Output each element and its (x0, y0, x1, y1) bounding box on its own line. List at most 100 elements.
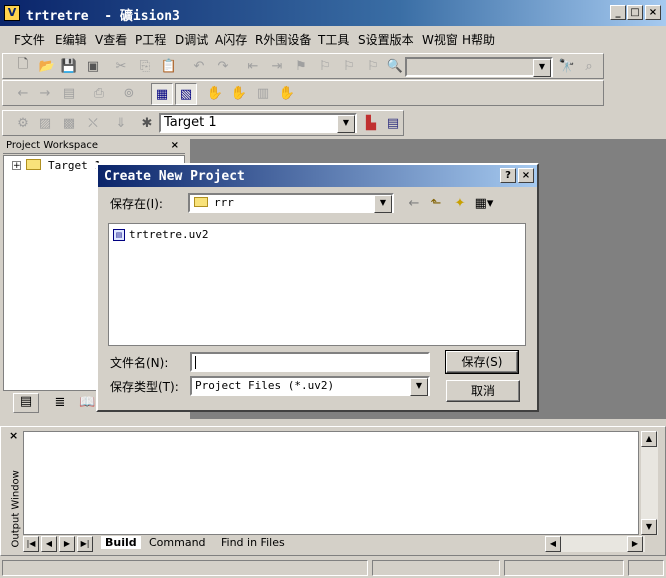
menu-tools[interactable]: T工具 (318, 31, 349, 48)
output-vscroll[interactable]: ▲ ▼ (641, 431, 658, 535)
menu-help[interactable]: H帮助 (462, 31, 495, 48)
run-icon[interactable]: ▤ (59, 83, 79, 103)
options-wand-icon[interactable]: ✱ (137, 113, 157, 133)
tab-command[interactable]: Command (149, 536, 206, 549)
save-in-value: rrr (214, 196, 234, 209)
target-select[interactable]: Target 1 ▼ (159, 113, 357, 133)
scroll-up-icon[interactable]: ▲ (641, 431, 657, 447)
back-icon[interactable]: ← (404, 193, 424, 213)
components-icon[interactable]: ▙ (361, 113, 381, 133)
tab-last-icon[interactable]: ▶| (77, 536, 93, 552)
cancel-button[interactable]: 取消 (446, 380, 520, 402)
menu-project[interactable]: P工程 (135, 31, 166, 48)
bookmark-clear-icon[interactable]: ⚐ (363, 56, 383, 76)
copy-icon[interactable]: ⎘ (135, 56, 155, 76)
find-in-files-icon[interactable]: 🔍 (385, 56, 405, 76)
up-folder-icon[interactable]: ⬑ (426, 193, 446, 213)
regs-tab-icon[interactable]: ≣ (47, 395, 73, 413)
menu-edit[interactable]: E编辑 (55, 31, 87, 48)
build-icon[interactable]: ▨ (35, 113, 55, 133)
bookmark-next-icon[interactable]: ⚐ (315, 56, 335, 76)
hand-icon[interactable]: ✋ (205, 83, 225, 103)
indent-icon[interactable]: ⇤ (243, 56, 263, 76)
menu-window[interactable]: W视窗 (422, 31, 458, 48)
file-list[interactable]: ▤ trtretre.uv2 (108, 223, 526, 346)
books-tab-icon[interactable]: 📖 (79, 395, 95, 413)
stop-build-icon[interactable]: ⛌ (83, 113, 103, 133)
menu-debug[interactable]: D调试 (175, 31, 208, 48)
scroll-down-icon[interactable]: ▼ (641, 519, 657, 535)
menu-flash[interactable]: A闪存 (215, 31, 247, 48)
tab-find-in-files[interactable]: Find in Files (221, 536, 285, 549)
debug-icon[interactable]: ⊚ (119, 83, 139, 103)
tab-first-icon[interactable]: |◀ (23, 536, 39, 552)
menu-peripherals[interactable]: R外围设备 (255, 31, 311, 48)
maximize-button[interactable]: □ (627, 5, 643, 20)
scroll-right-icon[interactable]: ▶ (627, 536, 643, 552)
incremental-find-icon[interactable]: ⌕ (579, 56, 599, 76)
redo-icon[interactable]: ↷ (213, 56, 233, 76)
print-icon[interactable]: ⎙ (89, 83, 109, 103)
breakpoint-icon[interactable]: ▥ (253, 83, 273, 103)
debug-toolbar: ← → ▤ ⎙ ⊚ ▦ ▧ ✋ ✋ ▥ ✋ (2, 80, 604, 106)
stop-hand-icon[interactable]: ✋ (229, 83, 249, 103)
tab-next-icon[interactable]: ▶ (59, 536, 75, 552)
save-all-icon[interactable]: ▣ (83, 56, 103, 76)
cut-icon[interactable]: ✂ (111, 56, 131, 76)
kill-breakpoints-icon[interactable]: ✋ (277, 83, 297, 103)
find-combo[interactable]: ▼ (405, 57, 553, 77)
menu-view[interactable]: V查看 (95, 31, 127, 48)
files-tab-icon[interactable]: ▤ (13, 393, 39, 413)
unindent-icon[interactable]: ⇥ (267, 56, 287, 76)
help-button[interactable]: ? (500, 168, 516, 183)
tab-prev-icon[interactable]: ◀ (41, 536, 57, 552)
tab-build[interactable]: Build (101, 536, 141, 549)
save-in-select[interactable]: rrr ▼ (188, 193, 394, 213)
rebuild-icon[interactable]: ▩ (59, 113, 79, 133)
filename-input[interactable] (190, 352, 430, 372)
find-icon[interactable]: 🔭 (557, 56, 577, 76)
save-button[interactable]: 保存(S) (445, 350, 519, 374)
output-window: × Output Window ▲ ▼ |◀ ◀ ▶ ▶| Build Comm… (0, 426, 666, 556)
create-project-dialog: Create New Project ? × 保存在(I): rrr ▼ ← ⬑… (96, 163, 539, 412)
chevron-down-icon[interactable]: ▼ (337, 115, 355, 133)
dialog-close-button[interactable]: × (518, 168, 534, 183)
workspace-toggle-icon[interactable]: ▦ (151, 83, 173, 105)
tree-expand-icon[interactable]: + (12, 161, 21, 171)
undo-icon[interactable]: ↶ (189, 56, 209, 76)
menu-svcs[interactable]: S设置版本 (358, 31, 414, 48)
forward-icon[interactable]: → (35, 83, 55, 103)
manage-icon[interactable]: ▤ (383, 113, 403, 133)
view-menu-icon[interactable]: ▦▾ (474, 193, 494, 213)
bookmark-icon[interactable]: ⚑ (291, 56, 311, 76)
bookmark-prev-icon[interactable]: ⚐ (339, 56, 359, 76)
workspace-close-icon[interactable]: × (171, 139, 179, 153)
menu-bar: F文件 E编辑 V查看 P工程 D调试 A闪存 R外围设备 T工具 S设置版本 … (0, 28, 666, 50)
scroll-left-icon[interactable]: ◀ (545, 536, 561, 552)
output-hscroll[interactable]: ◀ ▶ (545, 536, 645, 552)
paste-icon[interactable]: 📋 (159, 56, 179, 76)
new-file-icon[interactable]: 🗋 (13, 56, 33, 76)
chevron-down-icon[interactable]: ▼ (410, 378, 428, 396)
status-pane-main (2, 560, 368, 576)
download-icon[interactable]: ⇓ (111, 113, 131, 133)
open-file-icon[interactable]: 📂 (37, 56, 57, 76)
translate-icon[interactable]: ⚙ (13, 113, 33, 133)
file-item[interactable]: trtretre.uv2 (129, 228, 208, 241)
status-bar (0, 558, 666, 578)
output-close-icon[interactable]: × (9, 429, 18, 442)
chevron-down-icon[interactable]: ▼ (533, 59, 551, 77)
chevron-down-icon[interactable]: ▼ (374, 195, 392, 213)
output-title: Output Window (10, 470, 22, 548)
filetype-select[interactable]: Project Files (*.uv2) ▼ (190, 376, 430, 396)
new-folder-icon[interactable]: ✦ (450, 193, 470, 213)
save-icon[interactable]: 💾 (59, 56, 79, 76)
tree-item-target[interactable]: Target 1 (48, 159, 101, 172)
output-toggle-icon[interactable]: ▧ (175, 83, 197, 105)
menu-file[interactable]: F文件 (14, 31, 45, 48)
back-icon[interactable]: ← (13, 83, 33, 103)
close-button[interactable]: × (645, 5, 661, 20)
target-select-value: Target 1 (164, 115, 217, 130)
filetype-value: Project Files (*.uv2) (195, 379, 335, 392)
minimize-button[interactable]: _ (610, 5, 626, 20)
